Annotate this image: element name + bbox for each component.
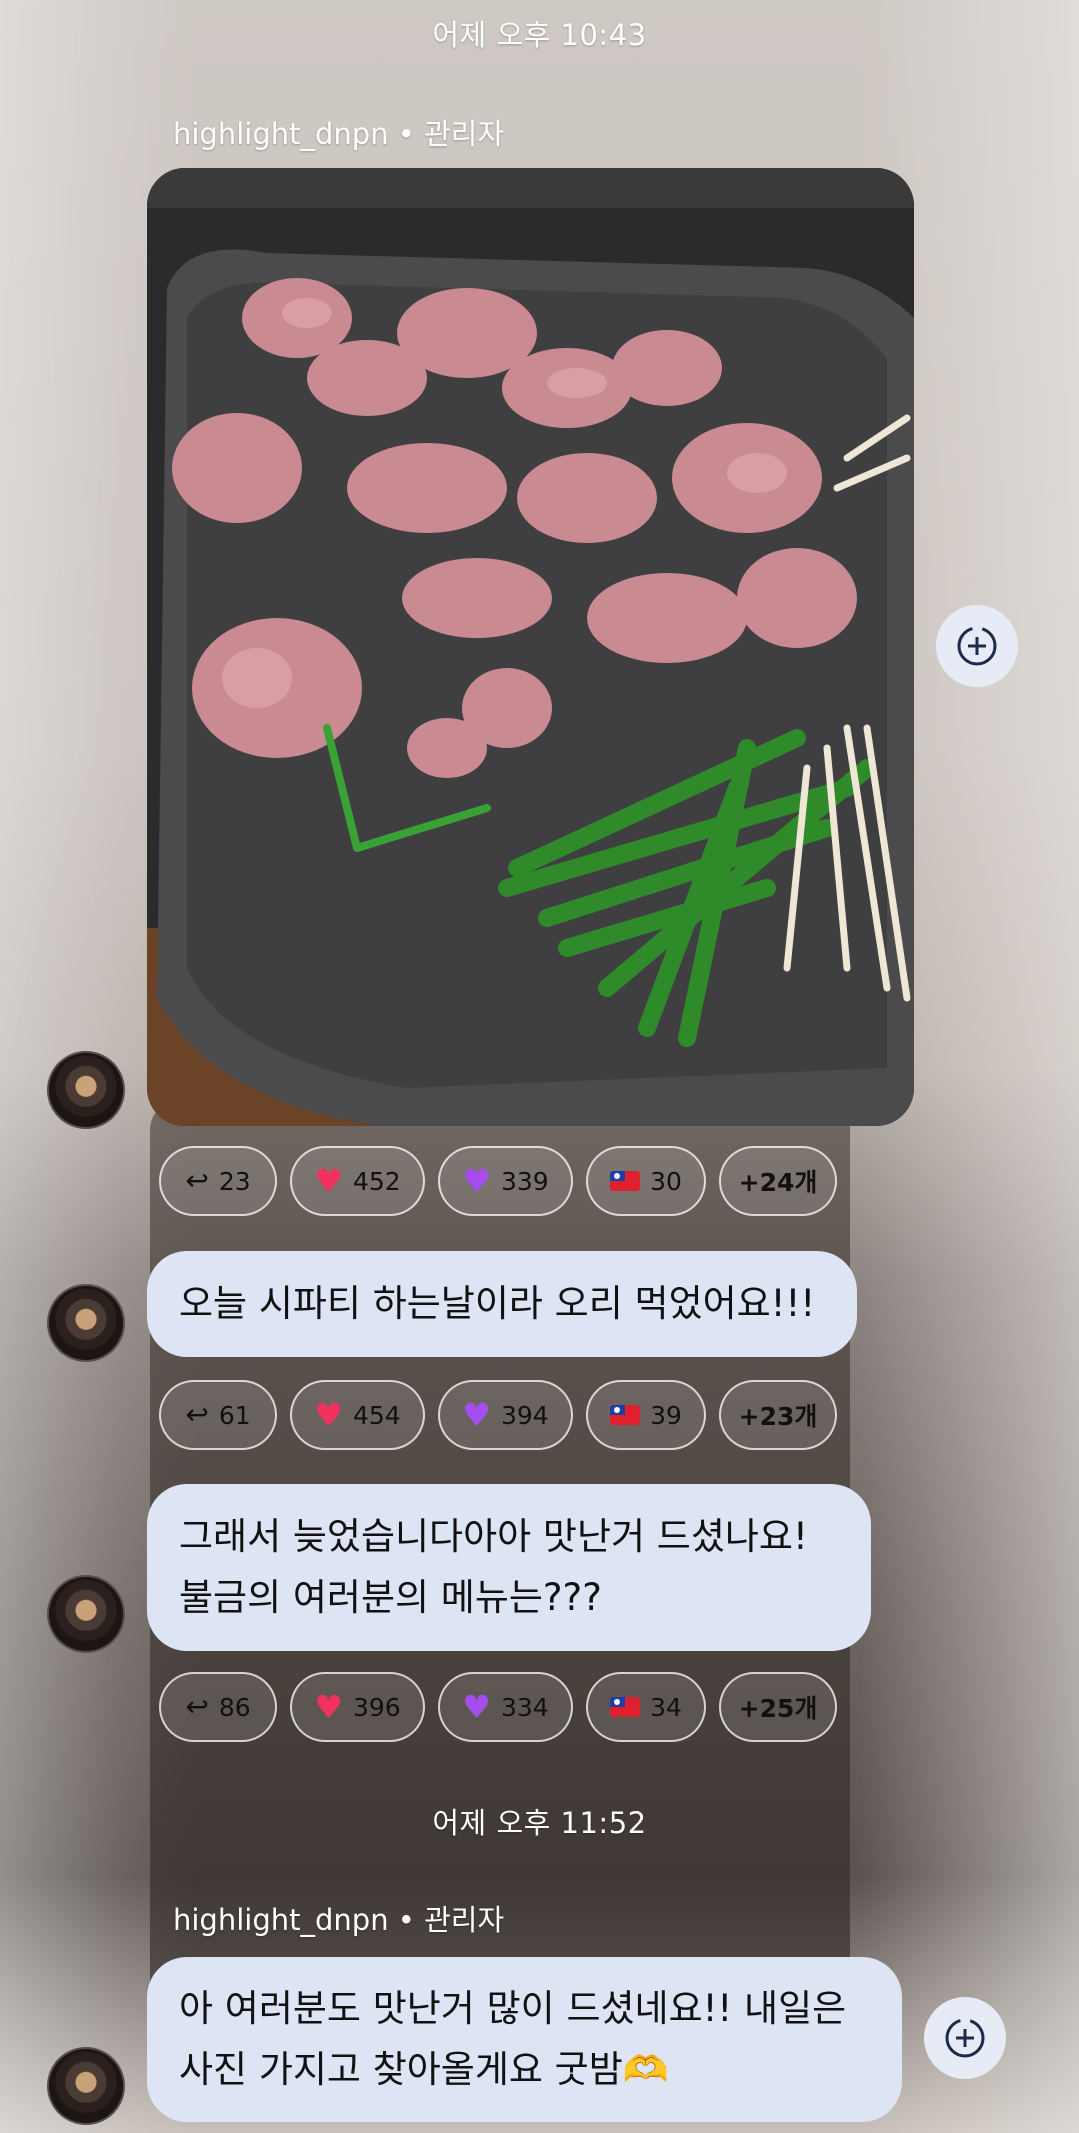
reply-chip[interactable]: ↩ 23 — [159, 1146, 277, 1216]
more-reactions-chip[interactable]: +25개 — [719, 1672, 837, 1742]
message-bubble[interactable]: 오늘 시파티 하는날이라 오리 먹었어요!!! — [147, 1251, 857, 1357]
taiwan-flag-icon — [610, 1405, 641, 1425]
heart-count: 396 — [352, 1692, 401, 1722]
add-reaction-button[interactable] — [936, 605, 1018, 687]
avatar[interactable] — [47, 2047, 125, 2125]
taiwan-flag-icon — [610, 1697, 641, 1717]
purple-heart-reaction-chip[interactable]: ♥ 394 — [438, 1380, 573, 1450]
message-bubble[interactable]: 아 여러분도 맛난거 많이 드셨네요!! 내일은 사진 가지고 찾아올게요 굿밤… — [147, 1957, 902, 2122]
heart-count: 452 — [352, 1166, 401, 1196]
flag-reaction-chip[interactable]: 34 — [586, 1672, 706, 1742]
purple-heart-reaction-chip[interactable]: ♥ 339 — [438, 1146, 573, 1216]
taiwan-flag-icon — [610, 1171, 641, 1191]
more-count: +25개 — [738, 1694, 818, 1723]
more-count: +23개 — [738, 1402, 818, 1431]
flag-count: 34 — [650, 1692, 682, 1722]
reply-count: 61 — [218, 1400, 251, 1430]
purple-heart-icon: ♥ — [462, 1396, 491, 1434]
purple-heart-reaction-chip[interactable]: ♥ 334 — [438, 1672, 573, 1742]
flag-reaction-chip[interactable]: 39 — [586, 1380, 706, 1450]
avatar[interactable] — [47, 1575, 125, 1653]
message-text-line-2: 불금의 여러분의 메뉴는??? — [179, 1576, 602, 1619]
add-reaction-icon — [945, 2018, 985, 2058]
purple-heart-icon: ♥ — [462, 1162, 491, 1200]
purple-heart-count: 334 — [500, 1692, 549, 1722]
flag-reaction-chip[interactable]: 30 — [586, 1146, 706, 1216]
message-text-line-2: 사진 가지고 찾아올게요 굿밤🫶 — [179, 2048, 669, 2091]
message-text-line-1: 아 여러분도 맛난거 많이 드셨네요!! 내일은 — [179, 1987, 847, 2030]
reaction-bar: ↩ 86 ♥ 396 ♥ 334 34 +25개 — [159, 1672, 837, 1742]
sender-label: highlight_dnpn • 관리자 — [173, 1903, 505, 1937]
food-photo[interactable] — [147, 168, 914, 1126]
heart-reaction-chip[interactable]: ♥ 454 — [290, 1380, 425, 1450]
red-heart-icon: ♥ — [314, 1688, 343, 1726]
reply-count: 86 — [218, 1692, 251, 1722]
avatar[interactable] — [47, 1284, 125, 1362]
reaction-bar: ↩ 61 ♥ 454 ♥ 394 39 +23개 — [159, 1380, 837, 1450]
flag-count: 30 — [650, 1166, 682, 1196]
heart-reaction-chip[interactable]: ♥ 452 — [290, 1146, 425, 1216]
reply-arrow-icon: ↩ — [185, 1164, 209, 1197]
red-heart-icon: ♥ — [314, 1162, 343, 1200]
heart-count: 454 — [352, 1400, 401, 1430]
red-heart-icon: ♥ — [314, 1396, 343, 1434]
timestamp: 어제 오후 11:52 — [432, 1806, 647, 1840]
message-bubble[interactable]: 그래서 늦었습니다아아 맛난거 드셨나요! 불금의 여러분의 메뉴는??? — [147, 1484, 871, 1651]
more-reactions-chip[interactable]: +24개 — [719, 1146, 837, 1216]
reply-arrow-icon: ↩ — [185, 1398, 209, 1431]
avatar[interactable] — [47, 1051, 125, 1129]
sender-label: highlight_dnpn • 관리자 — [173, 117, 505, 151]
timestamp: 어제 오후 10:43 — [432, 18, 647, 52]
reply-chip[interactable]: ↩ 86 — [159, 1672, 277, 1742]
purple-heart-count: 339 — [500, 1166, 549, 1196]
reply-arrow-icon: ↩ — [185, 1690, 209, 1723]
add-reaction-button[interactable] — [924, 1997, 1006, 2079]
heart-reaction-chip[interactable]: ♥ 396 — [290, 1672, 425, 1742]
reply-chip[interactable]: ↩ 61 — [159, 1380, 277, 1450]
reply-count: 23 — [218, 1166, 251, 1196]
message-text-line-1: 그래서 늦었습니다아아 맛난거 드셨나요! — [179, 1515, 808, 1558]
message-text: 오늘 시파티 하는날이라 오리 먹었어요!!! — [179, 1282, 816, 1325]
reaction-bar: ↩ 23 ♥ 452 ♥ 339 30 +24개 — [159, 1146, 837, 1216]
purple-heart-count: 394 — [500, 1400, 549, 1430]
add-reaction-icon — [957, 626, 997, 666]
more-count: +24개 — [738, 1168, 818, 1197]
purple-heart-icon: ♥ — [462, 1688, 491, 1726]
grilled-duck-image — [147, 168, 914, 1126]
more-reactions-chip[interactable]: +23개 — [719, 1380, 837, 1450]
flag-count: 39 — [650, 1400, 682, 1430]
